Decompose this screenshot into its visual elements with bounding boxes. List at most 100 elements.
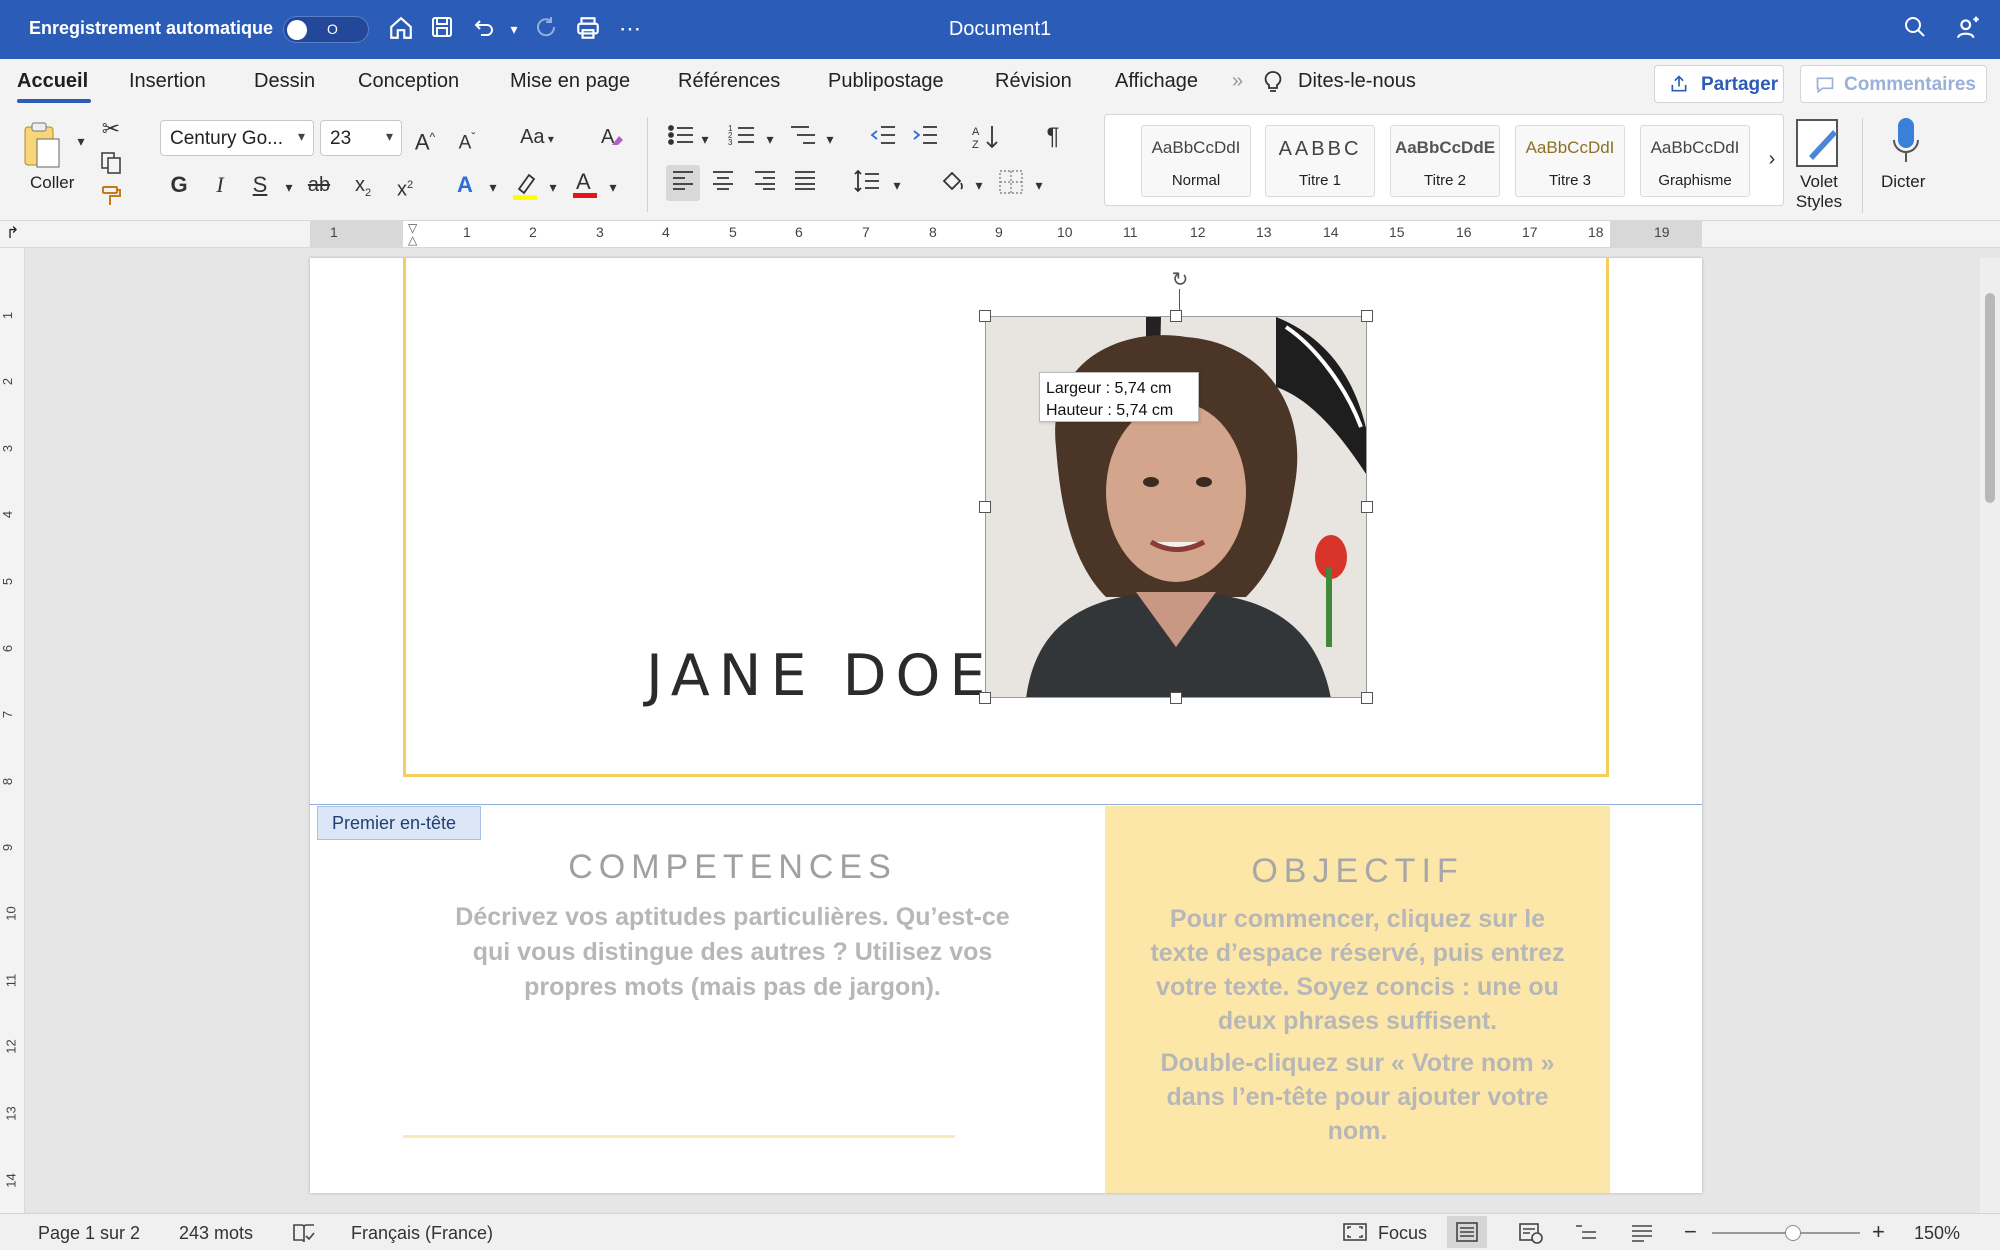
bold-icon[interactable]: G	[164, 171, 194, 199]
objectif-text[interactable]: Pour commencer, cliquez sur le texte d’e…	[1140, 902, 1575, 1156]
tell-me-search[interactable]: Dites-le-nous	[1298, 70, 1416, 93]
justify-icon[interactable]	[790, 169, 820, 198]
outline-icon[interactable]	[1574, 1222, 1598, 1249]
strikethrough-icon[interactable]: ab	[304, 171, 334, 199]
paste-icon[interactable]	[22, 121, 62, 171]
more-icon[interactable]: ⋯	[616, 15, 644, 43]
zoom-in-button[interactable]: +	[1872, 1219, 1885, 1245]
share-people-icon[interactable]	[1955, 15, 1983, 43]
microphone-icon[interactable]	[1890, 116, 1922, 166]
redo-icon[interactable]	[532, 15, 560, 43]
tab-insertion[interactable]: Insertion	[129, 70, 206, 93]
change-case-icon[interactable]: Aa ▾	[512, 123, 562, 153]
pilcrow-icon[interactable]: ¶	[1038, 123, 1068, 151]
style-graphisme[interactable]: AaBbCcDdI Graphisme	[1640, 125, 1750, 197]
proofing-icon[interactable]	[292, 1222, 316, 1249]
tab-stop-icon[interactable]: ↱	[6, 223, 19, 243]
home-icon[interactable]	[387, 15, 415, 43]
language[interactable]: Français (France)	[351, 1223, 493, 1244]
resize-handle-left[interactable]	[979, 501, 991, 513]
objectif-paragraph-1[interactable]: Pour commencer, cliquez sur le texte d’e…	[1140, 902, 1575, 1038]
save-icon[interactable]	[428, 15, 456, 43]
tab-references[interactable]: Références	[678, 70, 780, 93]
undo-icon[interactable]	[470, 15, 498, 43]
undo-dropdown-icon[interactable]: ▾	[500, 15, 528, 43]
format-painter-icon[interactable]	[96, 184, 126, 215]
chevron-right-icon[interactable]: ›	[1757, 145, 1787, 173]
first-header-tag[interactable]: Premier en-tête	[317, 806, 481, 840]
autosave-toggle[interactable]: O	[283, 16, 369, 43]
indent-marker-icon[interactable]: △	[408, 233, 417, 247]
shading-dropdown-icon[interactable]: ▾	[964, 171, 994, 199]
focus-label[interactable]: Focus	[1378, 1223, 1427, 1244]
align-right-icon[interactable]	[750, 169, 780, 198]
tab-dessin[interactable]: Dessin	[254, 70, 315, 93]
bullets-dropdown-icon[interactable]: ▾	[690, 125, 720, 153]
resize-handle-bottom-right[interactable]	[1361, 692, 1373, 704]
page-count[interactable]: Page 1 sur 2	[38, 1223, 140, 1244]
objectif-paragraph-2[interactable]: Double-cliquez sur « Votre nom » dans l’…	[1140, 1046, 1575, 1148]
resize-handle-top[interactable]	[1170, 310, 1182, 322]
vertical-ruler[interactable]: 1 2 3 4 5 6 7 8 9 10 11 12 13 14	[0, 248, 25, 1213]
decrease-indent-icon[interactable]	[868, 123, 898, 154]
line-spacing-icon[interactable]	[852, 169, 882, 200]
increase-indent-icon[interactable]	[910, 123, 940, 154]
style-normal[interactable]: AaBbCcDdI Normal	[1141, 125, 1251, 197]
superscript-icon[interactable]: x2	[390, 171, 420, 204]
tab-publipostage[interactable]: Publipostage	[828, 70, 944, 93]
shrink-font-icon[interactable]: Aˇ	[452, 123, 482, 157]
web-layout-icon[interactable]	[1518, 1222, 1544, 1249]
text-effects-dropdown-icon[interactable]: ▾	[478, 173, 508, 201]
print-layout-icon[interactable]	[1447, 1216, 1487, 1248]
resize-handle-bottom-left[interactable]	[979, 692, 991, 704]
highlight-dropdown-icon[interactable]: ▾	[538, 173, 568, 201]
tab-mise-en-page[interactable]: Mise en page	[510, 70, 630, 93]
cut-icon[interactable]: ✂	[96, 115, 126, 143]
highlight-icon[interactable]	[510, 171, 540, 208]
font-size-select[interactable]: 23 ▾	[320, 120, 402, 156]
multilevel-list-icon[interactable]	[788, 123, 818, 154]
horizontal-ruler[interactable]: ↱ 1 1 2 3 4 5 6 7 8 9 10 11 12 13 14 15 …	[0, 221, 2000, 248]
align-center-icon[interactable]	[708, 169, 738, 198]
vertical-scrollbar[interactable]	[1980, 258, 2000, 1213]
line-spacing-dropdown-icon[interactable]: ▾	[882, 171, 912, 199]
text-effects-icon[interactable]: A	[450, 171, 480, 199]
borders-icon[interactable]	[996, 169, 1026, 202]
tab-affichage[interactable]: Affichage	[1115, 70, 1198, 93]
paste-dropdown-icon[interactable]: ▾	[66, 127, 96, 155]
align-left-icon[interactable]	[666, 165, 700, 201]
zoom-slider-thumb[interactable]	[1785, 1225, 1801, 1241]
style-titre-2[interactable]: AaBbCcDdE Titre 2	[1390, 125, 1500, 197]
font-name-select[interactable]: Century Go... ▾	[160, 120, 314, 156]
resize-handle-bottom[interactable]	[1170, 692, 1182, 704]
resize-handle-top-right[interactable]	[1361, 310, 1373, 322]
underline-dropdown-icon[interactable]: ▾	[274, 173, 304, 201]
borders-dropdown-icon[interactable]: ▾	[1024, 171, 1054, 199]
subscript-icon[interactable]: x2	[348, 171, 378, 207]
multilevel-dropdown-icon[interactable]: ▾	[815, 125, 845, 153]
grow-font-icon[interactable]: A^	[410, 123, 440, 156]
rotate-handle-icon[interactable]: ↻	[1170, 270, 1190, 290]
share-button[interactable]: Partager	[1654, 65, 1784, 103]
resize-handle-top-left[interactable]	[979, 310, 991, 322]
underline-icon[interactable]: S	[245, 171, 275, 199]
zoom-level[interactable]: 150%	[1914, 1223, 1960, 1244]
word-count[interactable]: 243 mots	[179, 1223, 253, 1244]
document-page[interactable]: JANE DOE ↻ Largeur : 5,74 cm Hauteur : 5…	[310, 258, 1702, 1193]
numbering-icon[interactable]: 123	[727, 123, 757, 154]
competences-text[interactable]: Décrivez vos aptitudes particulières. Qu…	[455, 900, 1010, 1005]
print-icon[interactable]	[574, 15, 602, 43]
sort-icon[interactable]: AZ	[972, 123, 1002, 158]
competences-heading[interactable]: COMPETENCES	[510, 848, 955, 887]
numbering-dropdown-icon[interactable]: ▾	[755, 125, 785, 153]
tab-accueil[interactable]: Accueil	[17, 70, 88, 93]
clear-formatting-icon[interactable]: A	[597, 123, 627, 156]
draft-icon[interactable]	[1630, 1222, 1654, 1249]
styles-pane-icon[interactable]	[1795, 118, 1843, 170]
tabs-overflow-icon[interactable]: »	[1232, 70, 1243, 93]
italic-icon[interactable]: I	[205, 171, 235, 199]
resize-handle-right[interactable]	[1361, 501, 1373, 513]
font-color-dropdown-icon[interactable]: ▾	[598, 173, 628, 201]
zoom-out-button[interactable]: −	[1684, 1219, 1697, 1245]
style-titre-1[interactable]: AABBC Titre 1	[1265, 125, 1375, 197]
